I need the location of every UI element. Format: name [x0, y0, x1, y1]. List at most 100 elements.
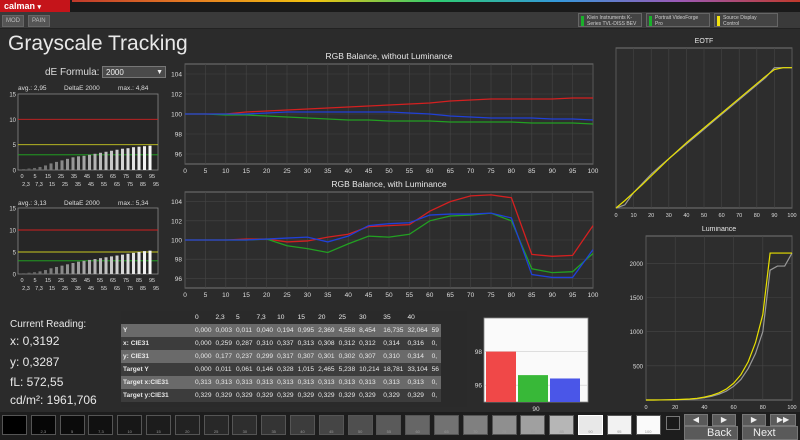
y-tick-label: 2000: [630, 262, 644, 268]
swatch-button[interactable]: 85: [549, 415, 575, 435]
table-cell: 0,329: [381, 389, 406, 402]
swatch-label: 80: [530, 429, 536, 434]
swatch-button[interactable]: 25: [203, 415, 229, 435]
swatch-button[interactable]: 90: [578, 415, 603, 435]
table-cell: 0,313: [254, 376, 276, 389]
table-cell: 0,003: [213, 324, 235, 337]
x-tick-label: 15: [45, 174, 51, 180]
table-cell: 0,314: [405, 350, 430, 363]
swatch-button[interactable]: 75: [491, 415, 517, 435]
swatch-button[interactable]: [2, 415, 27, 435]
x-tick-label: 65: [110, 174, 116, 180]
y-tick-label: 10: [9, 118, 16, 124]
table-cell: 0,312: [336, 337, 358, 350]
swatch-label: 2,3: [40, 429, 47, 434]
table-cell: 0,329: [336, 389, 358, 402]
step-forward-icon[interactable]: ▶: [742, 414, 766, 426]
table-row: y: CIE31 0,000 0,177 0,237 0,299 0,317 0,307 0,…: [121, 350, 441, 363]
swatch-button[interactable]: 80: [520, 415, 546, 435]
x-tick-label: 55: [97, 174, 103, 180]
swatch-button[interactable]: 5: [59, 415, 85, 435]
swatch-button[interactable]: 2,3: [30, 415, 56, 435]
table-cell: 0,307: [357, 350, 382, 363]
de-bar: [27, 272, 31, 274]
swatch-label: 25: [213, 429, 219, 434]
table-cell: 0,000: [193, 337, 214, 350]
de-bar: [99, 152, 103, 170]
swatch-label: 50: [357, 429, 363, 434]
de-bar: [121, 148, 125, 170]
swatch-button[interactable]: 35: [261, 415, 287, 435]
swatch-button[interactable]: 30: [232, 415, 258, 435]
device-display[interactable]: Source Display Control: [714, 13, 778, 27]
x-tick-label: 95: [153, 182, 159, 188]
back-button[interactable]: Back: [684, 426, 738, 440]
device-meter[interactable]: Klein Instruments K-Series TVL-DISS BEV: [578, 13, 642, 27]
x-tick-label: 60: [731, 405, 737, 411]
fast-forward-icon[interactable]: ▶▶: [770, 414, 796, 426]
swatch-button[interactable]: 10: [117, 415, 143, 435]
de-bar: [93, 153, 97, 170]
swatch-button[interactable]: 7,3: [88, 415, 114, 435]
device-generator[interactable]: Portrait VideoForge Pro: [646, 13, 710, 27]
x-tick-label: 40: [683, 213, 689, 219]
de-bar: [49, 163, 53, 170]
x-tick-label: 25: [62, 182, 68, 188]
table-row: Target Y 0,000 0,011 0,061 0,146 0,328 1,015 2,…: [121, 363, 441, 376]
swatch-button[interactable]: 65: [434, 415, 459, 435]
table-cell: 0,328: [275, 363, 296, 376]
x-tick-label: 25: [62, 286, 68, 292]
chart-title: Luminance: [702, 226, 736, 233]
swatch-button[interactable]: 20: [174, 415, 200, 435]
rgb-bar-chart: 989690: [475, 317, 589, 412]
x-tick-label: 5: [33, 278, 36, 284]
x-tick-label: 50: [385, 292, 393, 299]
de-bar: [132, 147, 136, 170]
x-tick-label: 95: [149, 278, 155, 284]
swatch-button[interactable]: 40: [290, 415, 315, 435]
step-back-icon[interactable]: ◀: [684, 414, 708, 426]
swatch-button[interactable]: 95: [606, 415, 632, 435]
column-header: 15: [295, 311, 317, 324]
de-formula-select[interactable]: 2000 ▼: [102, 66, 166, 78]
x-tick-label: 55: [101, 286, 107, 292]
table-cell: 0,313: [213, 376, 235, 389]
x-tick-label: 15: [45, 278, 51, 284]
x-tick-label: 30: [666, 213, 672, 219]
de-bar: [66, 158, 70, 170]
app-logo[interactable]: calman ▾: [0, 0, 70, 12]
de1-label: DeltaE 2000: [64, 85, 100, 92]
swatch-button[interactable]: 15: [146, 415, 171, 435]
next-button[interactable]: Next: [742, 426, 798, 440]
x-tick-label: 15: [49, 182, 55, 188]
table-cell: 0,310: [381, 350, 406, 363]
table-cell: 0,259: [213, 337, 235, 350]
de-bar: [121, 254, 125, 274]
swatch-button[interactable]: 45: [318, 415, 344, 435]
de-bar: [143, 146, 147, 170]
x-tick-label: 85: [140, 286, 146, 292]
swatch-button[interactable]: 60: [405, 415, 431, 435]
table-cell: 0,313: [193, 376, 214, 389]
swatch-button[interactable]: 55: [376, 415, 402, 435]
x-tick-label: 90: [549, 292, 557, 299]
x-tick-label: 2,3: [22, 286, 30, 292]
swatch-label: 70: [473, 429, 478, 434]
x-tick-label: 70: [736, 213, 742, 219]
measurement-table: 0 2,3 5 7,3 10 15 20 25 30 35 40 Y 0,000 0,003 0,011 0,…: [121, 311, 467, 407]
swatch-button[interactable]: 50: [347, 415, 373, 435]
row-label: Y: [121, 324, 193, 337]
de-bar: [115, 255, 119, 274]
x-tick-label: 75: [123, 174, 129, 180]
swatch-button[interactable]: 100: [635, 415, 661, 435]
stop-icon[interactable]: [666, 416, 680, 430]
swatch-button[interactable]: 70: [462, 415, 488, 435]
x-tick-label: 90: [549, 168, 557, 175]
table-cell: 0,146: [254, 363, 276, 376]
x-tick-label: 25: [58, 278, 64, 284]
play-icon[interactable]: ▶: [712, 414, 736, 426]
x-tick-label: 45: [88, 182, 94, 188]
x-tick-label: 35: [75, 286, 81, 292]
menu-tab-mod[interactable]: MOD: [2, 15, 24, 27]
menu-tab-pain[interactable]: PAIN: [28, 15, 50, 27]
